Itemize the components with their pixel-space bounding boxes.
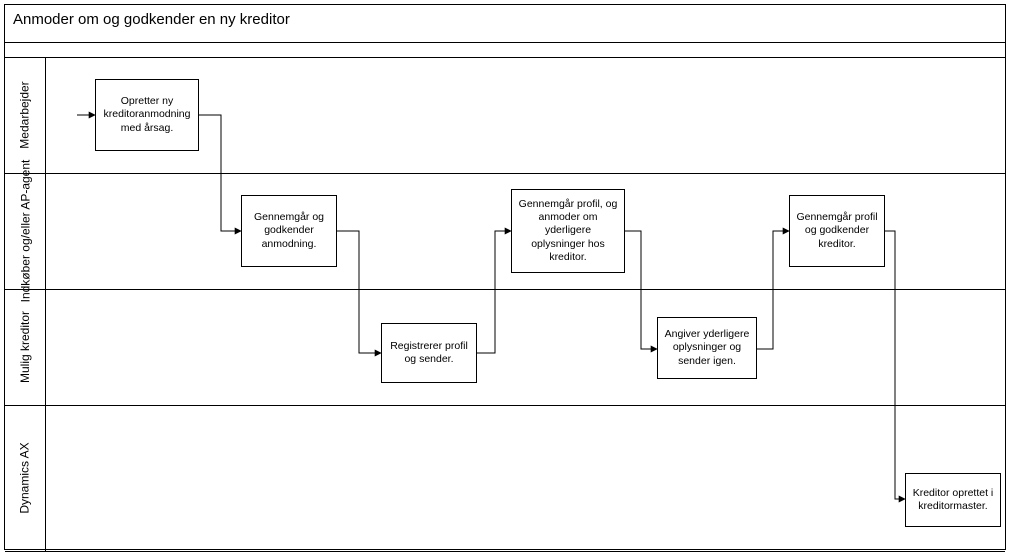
- lane-label: Dynamics AX: [18, 442, 32, 513]
- lane-label: Medarbejder: [18, 81, 32, 148]
- lane-ap-agent: Indkøber og/eller AP-agent Gennemgår og …: [5, 173, 1005, 290]
- lane-header-dynamics-ax: Dynamics AX: [5, 405, 46, 551]
- step-creditor-created: Kreditor oprettet i kreditormaster.: [905, 473, 1001, 527]
- step-review-approve-request: Gennemgår og godkender anmodning.: [241, 195, 337, 267]
- diagram-title: Anmoder om og godkender en ny kreditor: [5, 5, 1005, 43]
- step-register-profile: Registrerer profil og sender.: [381, 323, 477, 383]
- lane-label: Mulig kreditor: [18, 311, 32, 383]
- title-divider: [5, 43, 1005, 58]
- step-review-approve-creditor: Gennemgår profil og godkender kreditor.: [789, 195, 885, 267]
- lane-header-ap-agent: Indkøber og/eller AP-agent: [5, 173, 46, 289]
- step-create-request: Opretter ny kreditoranmodning med årsag.: [95, 79, 199, 151]
- lane-body-possible-creditor: Registrerer profil og sender. Angiver yd…: [45, 289, 1005, 405]
- lanes-container: Medarbejder Opretter ny kreditoranmodnin…: [5, 57, 1005, 549]
- step-send-more-info: Angiver yderligere oplysninger og sender…: [657, 317, 757, 379]
- lane-dynamics-ax: Dynamics AX Kreditor oprettet i kreditor…: [5, 405, 1005, 552]
- lane-body-ap-agent: Gennemgår og godkender anmodning. Gennem…: [45, 173, 1005, 289]
- swimlane-diagram: Anmoder om og godkender en ny kreditor M…: [4, 4, 1006, 550]
- lane-possible-creditor: Mulig kreditor Registrerer profil og sen…: [5, 289, 1005, 406]
- lane-body-medarbejder: Opretter ny kreditoranmodning med årsag.: [45, 57, 1005, 173]
- lane-header-medarbejder: Medarbejder: [5, 57, 46, 173]
- step-review-profile-request-info: Gennemgår profil, og anmoder om yderlige…: [511, 189, 625, 273]
- lane-body-dynamics-ax: Kreditor oprettet i kreditormaster.: [45, 405, 1005, 551]
- lane-label: Indkøber og/eller AP-agent: [18, 160, 32, 303]
- lane-medarbejder: Medarbejder Opretter ny kreditoranmodnin…: [5, 57, 1005, 174]
- lane-header-possible-creditor: Mulig kreditor: [5, 289, 46, 405]
